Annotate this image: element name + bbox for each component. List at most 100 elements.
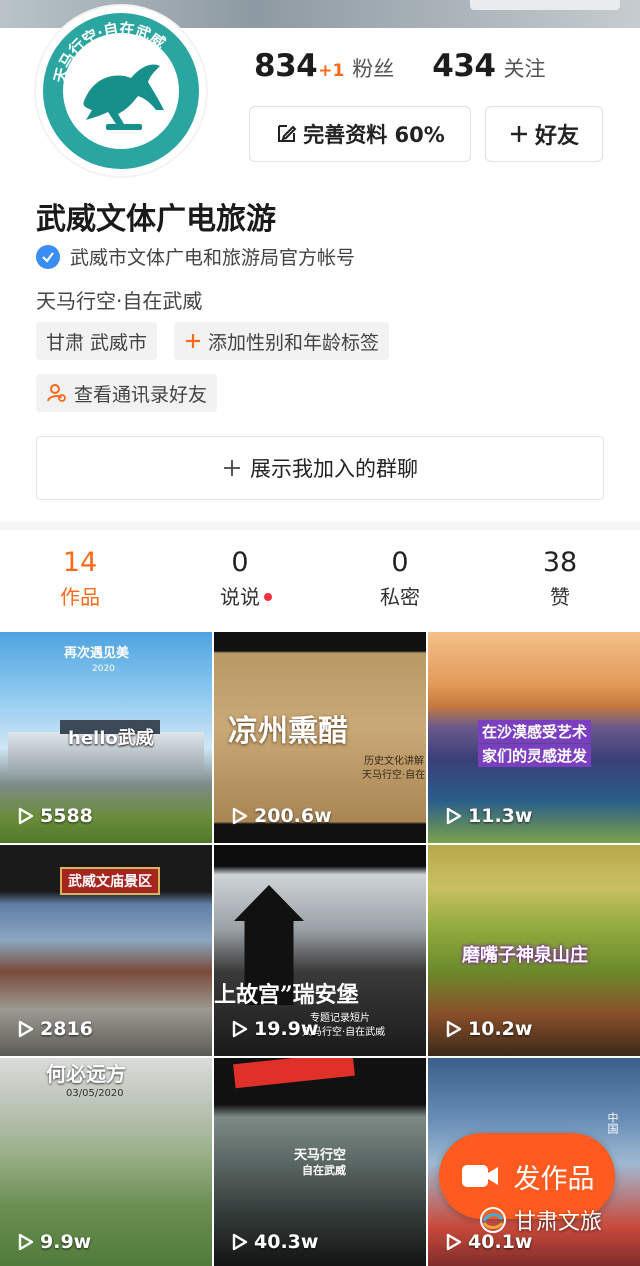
video-caption-main: 磨嘴子神泉山庄: [462, 945, 588, 966]
tab-private[interactable]: 0 私密: [320, 545, 480, 613]
orange-plus-icon: [186, 334, 200, 348]
video-caption-sub: 专题记录短片: [310, 1013, 370, 1024]
tab-posts[interactable]: 0 说说: [160, 545, 320, 613]
location-tag[interactable]: 甘肃 武威市: [36, 322, 158, 360]
video-caption-sub: 历史文化讲解: [364, 756, 424, 767]
following-label[interactable]: 关注: [504, 53, 546, 83]
add-friend-button[interactable]: 好友: [485, 106, 603, 162]
plus-icon: [224, 460, 240, 476]
content-tabs: 14 作品 0 说说 0 私密 38 赞: [0, 545, 640, 613]
play-icon: [446, 1020, 462, 1038]
video-caption-main: 中国: [606, 1112, 619, 1134]
view-count: 10.2w: [468, 1018, 533, 1040]
contacts-label: 查看通讯录好友: [74, 383, 208, 406]
play-count: 10.2w: [446, 1018, 532, 1040]
view-count: 200.6w: [254, 805, 332, 827]
tab-private-label: 私密: [380, 585, 420, 609]
video-caption-main: hello武威: [68, 728, 154, 749]
edit-icon: [278, 125, 297, 142]
video-thumbnail[interactable]: 武威文庙景区 2816: [0, 845, 212, 1056]
view-count: 40.3w: [254, 1231, 319, 1253]
fans-label[interactable]: 粉丝: [352, 53, 394, 83]
tab-likes[interactable]: 38 赞: [480, 545, 640, 613]
video-caption-sub: 03/05/2020: [66, 1088, 124, 1099]
tab-private-count: 0: [391, 547, 409, 578]
play-count: 2816: [18, 1018, 93, 1040]
tab-posts-count: 0: [231, 547, 249, 578]
play-icon: [232, 1020, 248, 1038]
play-icon: [18, 807, 34, 825]
watermark-text: 甘肃文旅: [514, 1210, 603, 1235]
video-caption-year: 2020: [92, 664, 115, 674]
view-count: 11.3w: [468, 805, 533, 827]
view-count: 19.9w: [254, 1018, 319, 1040]
add-tag-label: 添加性别和年龄标签: [208, 331, 380, 354]
add-tag-button[interactable]: 添加性别和年龄标签: [174, 322, 390, 360]
tab-works[interactable]: 14 作品: [0, 545, 160, 613]
following-count[interactable]: 434: [432, 48, 496, 84]
play-icon: [18, 1020, 34, 1038]
video-caption-main: 武威文庙景区: [60, 867, 160, 895]
video-caption-main: 何必远方: [46, 1062, 126, 1086]
watermark-logo-icon: [480, 1207, 506, 1233]
video-caption-main: 上故宫”瑞安堡: [214, 982, 359, 1008]
play-count: 200.6w: [232, 805, 332, 827]
cover-highlight: [470, 0, 620, 10]
view-count: 2816: [40, 1018, 93, 1040]
show-groups-label: 展示我加入的群聊: [250, 457, 418, 481]
bio: 天马行空·自在武威: [36, 289, 203, 313]
video-thumbnail[interactable]: 上故宫”瑞安堡 专题记录短片 天马行空·自在武威 19.9w: [214, 845, 426, 1056]
watermark: 甘肃文旅: [478, 1204, 602, 1236]
verification-text: 武威市文体广电和旅游局官方帐号: [70, 247, 356, 269]
tab-posts-label: 说说: [220, 585, 260, 609]
edit-profile-button[interactable]: 完善资料 60%: [249, 106, 471, 162]
avatar-logo-icon: 天马行空·自在武威 TIANMAXINGKONG · ZIZAIWUWEI: [43, 13, 199, 169]
play-icon: [232, 1233, 248, 1251]
tab-posts-label-wrap: 说说: [220, 581, 272, 613]
play-count: 9.9w: [18, 1231, 91, 1253]
section-divider: [0, 522, 640, 530]
video-caption-sub: 自在武威: [302, 1164, 346, 1177]
video-caption-sub: 家们的灵感迸发: [478, 744, 592, 767]
profile-stats: 834 +1 粉丝 434 关注: [254, 48, 546, 84]
video-caption-main: 天马行空: [294, 1148, 347, 1163]
video-caption-main: 凉州熏醋: [228, 714, 348, 749]
contacts-icon: [47, 384, 66, 402]
fans-delta: +1: [318, 61, 345, 81]
avatar[interactable]: 天马行空·自在武威 TIANMAXINGKONG · ZIZAIWUWEI: [36, 6, 206, 176]
unread-dot: [264, 593, 272, 601]
add-friend-label: 好友: [534, 124, 579, 149]
view-count: 5588: [40, 805, 93, 827]
play-count: 11.3w: [446, 805, 532, 827]
video-thumbnail[interactable]: 天马行空 自在武威 40.3w: [214, 1058, 426, 1266]
show-groups-button[interactable]: 展示我加入的群聊: [36, 436, 604, 500]
red-banner: [233, 1058, 355, 1089]
tab-likes-label: 赞: [550, 585, 570, 609]
video-camera-icon: [461, 1165, 498, 1187]
play-count: 19.9w: [232, 1018, 318, 1040]
publish-label: 发作品: [513, 1163, 595, 1195]
play-count: 40.3w: [232, 1231, 318, 1253]
tab-likes-count: 38: [542, 547, 578, 578]
contacts-friends-button[interactable]: 查看通讯录好友: [36, 374, 218, 412]
tab-works-count: 14: [62, 547, 98, 578]
video-thumbnail[interactable]: 何必远方 03/05/2020 9.9w: [0, 1058, 212, 1266]
video-thumbnail[interactable]: 磨嘴子神泉山庄 10.2w: [428, 845, 640, 1056]
profile-name: 武威文体广电旅游: [36, 202, 276, 237]
view-count: 9.9w: [40, 1231, 92, 1253]
video-caption-main: 在沙漠感受艺术: [478, 720, 592, 743]
play-icon: [232, 807, 248, 825]
video-caption-top: 再次遇见美: [64, 646, 130, 661]
play-icon: [446, 1233, 462, 1251]
edit-profile-label: 完善资料 60%: [303, 123, 445, 147]
video-thumbnail[interactable]: 在沙漠感受艺术 家们的灵感迸发 11.3w: [428, 632, 640, 843]
video-thumbnail[interactable]: 再次遇见美 2020 hello武威 5588: [0, 632, 212, 843]
location-tag-label: 甘肃 武威市: [46, 331, 148, 354]
play-icon: [18, 1233, 34, 1251]
play-icon: [446, 807, 462, 825]
plus-icon: [510, 126, 527, 142]
fans-count[interactable]: 834: [254, 48, 318, 84]
verified-check-icon: [36, 244, 60, 269]
video-caption-sub2: 天马行空·自在: [362, 770, 426, 781]
video-thumbnail[interactable]: 凉州熏醋 历史文化讲解 天马行空·自在 200.6w: [214, 632, 426, 843]
